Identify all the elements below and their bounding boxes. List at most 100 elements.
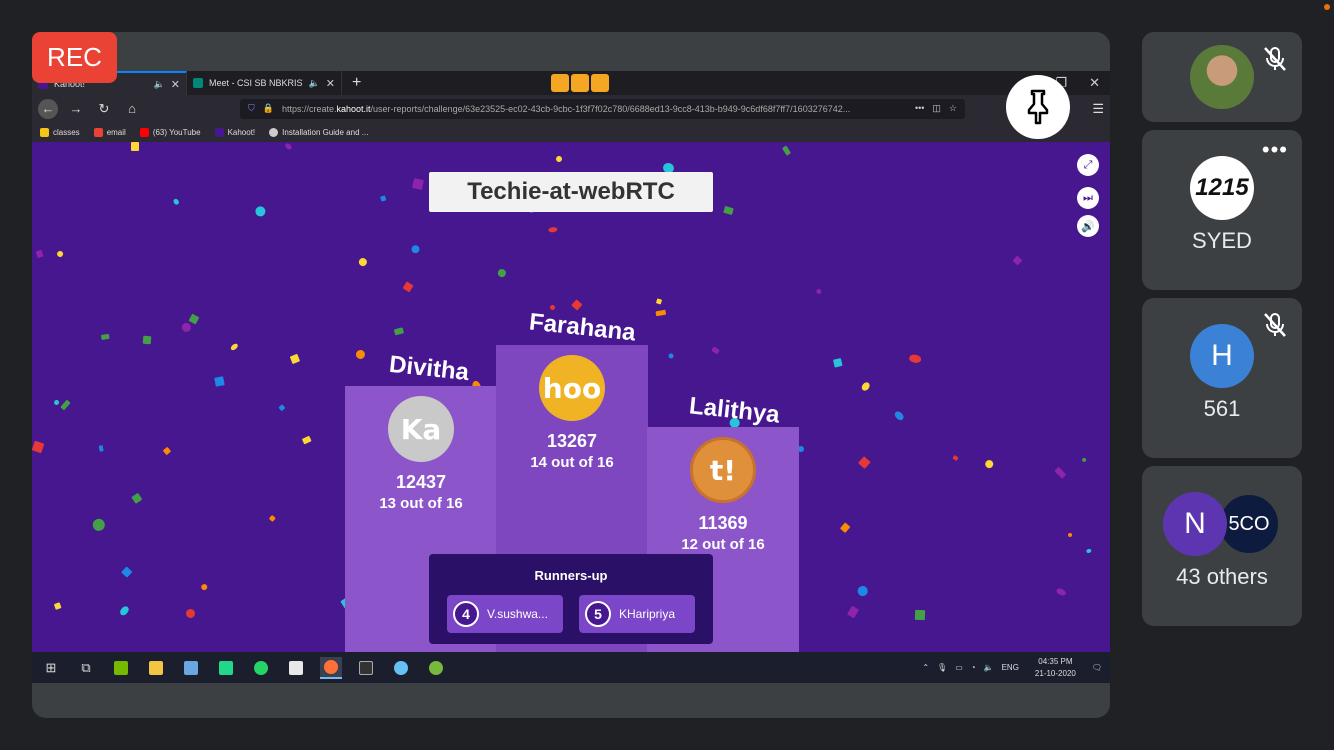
language-indicator[interactable]: ENG: [1002, 663, 1019, 672]
bookmark-installation-guide[interactable]: Installation Guide and ...: [269, 127, 368, 137]
screen-sharing-icon[interactable]: [591, 74, 610, 92]
close-icon[interactable]: ✕: [326, 77, 335, 90]
menu-icon[interactable]: ☰: [1092, 101, 1104, 117]
mic-off-icon: [1264, 313, 1286, 337]
volume-icon[interactable]: 🔊: [1077, 215, 1099, 237]
forward-arrow-icon[interactable]: →: [66, 99, 86, 119]
clock-date: 21-10-2020: [1034, 668, 1076, 678]
pocket-icon[interactable]: ◫: [932, 103, 941, 114]
firefox-extension-icon[interactable]: [551, 74, 570, 92]
windows-taskbar: ⊞ ⧉ ⌃ 🎙 ▭ ◔ 🔈 ENG 04:35 PM 21-10-2020 🗨: [32, 652, 1110, 683]
confetti-piece: [1012, 255, 1023, 265]
reload-icon[interactable]: ↻: [94, 99, 114, 119]
runner-up-card: 5 KHaripriya: [579, 595, 695, 633]
pin-button[interactable]: [1006, 75, 1070, 139]
home-icon[interactable]: ⌂: [122, 99, 142, 119]
close-window-icon[interactable]: ✕: [1089, 75, 1100, 91]
bookmark-classes[interactable]: classes: [40, 127, 80, 137]
runner-up-card: 4 V.sushwa...: [447, 595, 563, 633]
confetti-piece: [860, 380, 872, 393]
participant-tile[interactable]: [1142, 32, 1302, 122]
back-arrow-icon[interactable]: ←: [38, 98, 58, 119]
windows-start-icon[interactable]: ⊞: [40, 657, 62, 679]
notification-icon[interactable]: 🗨: [1092, 663, 1102, 672]
mic-sharing-icon[interactable]: [571, 74, 590, 92]
task-view-icon[interactable]: ⧉: [75, 657, 97, 679]
youtube-icon: [139, 127, 149, 137]
confetti-piece: [55, 249, 64, 259]
pycharm-icon[interactable]: [215, 657, 237, 679]
steam-icon[interactable]: [390, 657, 412, 679]
address-bar[interactable]: ⛉ 🔒 https://create.kahoot.it/user-report…: [240, 98, 965, 119]
runner-up-name: KHaripriya: [619, 607, 676, 621]
runners-up-title: Runners-up: [534, 568, 608, 583]
confetti-piece: [839, 522, 851, 534]
notepad-icon[interactable]: [285, 657, 307, 679]
confetti-piece: [1086, 548, 1093, 554]
bookmark-email[interactable]: email: [93, 127, 126, 137]
close-icon[interactable]: ✕: [171, 78, 180, 91]
tab-meet[interactable]: Meet - CSI SB NBKRIST 3RD 🔈 ✕: [187, 71, 342, 95]
fullscreen-icon[interactable]: ⤢: [1077, 154, 1099, 176]
more-options-icon[interactable]: •••: [1262, 139, 1288, 161]
confetti-piece: [667, 352, 675, 360]
wifi-icon[interactable]: ◔: [971, 663, 976, 672]
firefox-taskbar-icon[interactable]: [320, 656, 342, 679]
clock[interactable]: 04:35 PM 21-10-2020: [1035, 656, 1076, 680]
nvidia-icon[interactable]: [110, 657, 132, 679]
others-tile[interactable]: N 5CO 43 others: [1142, 466, 1302, 626]
speaker-icon: 🔈: [153, 78, 165, 89]
confetti-piece: [277, 403, 286, 412]
system-tray: ⌃ 🎙 ▭ ◔ 🔈 ENG 04:35 PM 21-10-2020 🗨: [922, 656, 1102, 680]
confetti-piece: [230, 342, 240, 352]
utorrent-icon[interactable]: [425, 657, 447, 679]
confetti-piece: [654, 309, 666, 317]
confetti-piece: [914, 609, 925, 620]
battery-icon[interactable]: ▭: [955, 663, 963, 672]
classroom-icon: [40, 127, 49, 137]
clock-time: 04:35 PM: [1038, 656, 1073, 666]
confetti-piece: [856, 584, 869, 597]
epic-games-icon[interactable]: [355, 657, 377, 679]
chevron-up-icon[interactable]: ⌃: [922, 663, 929, 672]
skip-icon[interactable]: ⏭: [1077, 187, 1099, 209]
confetti-piece: [199, 582, 209, 592]
confetti-piece: [832, 357, 843, 368]
bookmark-youtube[interactable]: (63) YouTube: [139, 127, 201, 137]
microphone-icon[interactable]: 🎙: [937, 663, 947, 672]
new-tab-button[interactable]: +: [342, 74, 371, 92]
page-actions-icon[interactable]: •••: [915, 103, 924, 114]
gold-medal-icon: hoo: [539, 355, 605, 421]
confetti-piece: [213, 375, 225, 387]
confetti-piece: [711, 346, 721, 355]
bookmark-star-icon[interactable]: ☆: [949, 103, 957, 114]
confetti-piece: [893, 410, 905, 423]
podium-score: 12437: [395, 472, 447, 492]
confetti-piece: [354, 348, 366, 360]
runner-up-rank: 5: [585, 601, 611, 627]
bookmark-kahoot[interactable]: Kahoot!: [214, 127, 255, 137]
podium-score: 11369: [698, 513, 748, 533]
confetti-piece: [91, 517, 107, 533]
confetti-piece: [118, 604, 131, 617]
participant-tile[interactable]: H 561: [1142, 298, 1302, 458]
quiz-title: Techie-at-webRTC: [429, 172, 713, 212]
confetti-piece: [815, 287, 823, 295]
whatsapp-icon[interactable]: [250, 657, 272, 679]
podium-name-first: Farahana: [527, 308, 637, 347]
virtualbox-icon[interactable]: [180, 657, 202, 679]
confetti-piece: [131, 492, 143, 504]
confetti-piece: [847, 605, 860, 619]
participant-avatar: H: [1190, 324, 1254, 388]
pin-icon: [1027, 89, 1049, 125]
volume-tray-icon[interactable]: 🔈: [984, 663, 994, 672]
gmail-icon: [93, 127, 103, 137]
confetti-piece: [269, 515, 277, 523]
confetti-piece: [185, 607, 197, 619]
confetti-piece: [380, 195, 387, 202]
participant-tile[interactable]: ••• 1215 SYED: [1142, 130, 1302, 290]
file-explorer-icon[interactable]: [145, 657, 167, 679]
browser-tabbar: Kahoot! 🔈 ✕ Meet - CSI SB NBKRIST 3RD 🔈 …: [32, 71, 1110, 95]
confetti-piece: [952, 455, 959, 462]
recording-badge: REC: [32, 32, 117, 83]
